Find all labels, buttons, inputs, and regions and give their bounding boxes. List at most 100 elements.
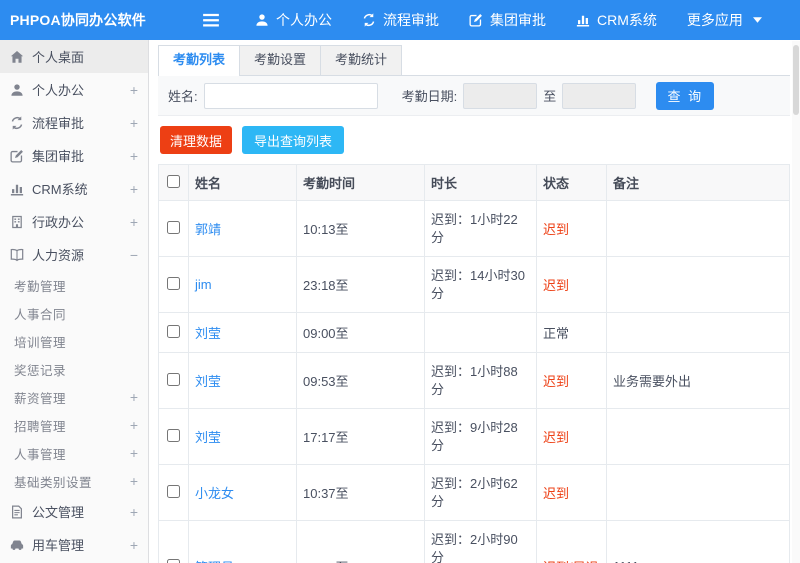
topnav-item-0[interactable]: 个人办公 [240, 0, 347, 40]
topnav-item-label: 个人办公 [276, 12, 332, 28]
table-row: 刘莹 09:00至 正常 [158, 312, 790, 354]
sidebar-item[interactable]: 人事合同 [0, 299, 148, 327]
name-cell: 郭靖 [188, 199, 297, 258]
sidebar-item[interactable]: 培训管理 [0, 327, 148, 355]
edit-icon [10, 149, 32, 163]
note-cell [606, 464, 790, 522]
expand-toggle[interactable]: + [126, 82, 138, 98]
expand-toggle[interactable]: − [126, 247, 138, 263]
status-badge: 迟到 [543, 222, 570, 238]
row-checkbox[interactable] [167, 558, 180, 563]
sidebar-item-label: 集团审批 [32, 149, 85, 164]
row-checkbox[interactable] [167, 324, 180, 338]
expand-toggle[interactable]: + [126, 148, 138, 164]
topnav-item-3[interactable]: CRM系统 [561, 0, 672, 40]
employee-name-link[interactable]: 刘莹 [195, 430, 221, 445]
sidebar-item[interactable]: 集团审批 + [0, 139, 148, 172]
tab-0[interactable]: 考勤列表 [158, 45, 241, 76]
row-checkbox[interactable] [167, 428, 180, 442]
table-row: 郭靖 10:13至 迟到：1小时22分 迟到 [158, 199, 790, 258]
sidebar-item[interactable]: 人力资源 − [0, 238, 148, 271]
sidebar-item-label: 奖惩记录 [14, 363, 67, 378]
expand-toggle[interactable]: + [126, 389, 138, 405]
date-to-input[interactable] [562, 82, 637, 109]
employee-name-link[interactable]: jim [195, 277, 212, 292]
time-cell: 09:53至 [296, 352, 425, 410]
car-icon [10, 538, 32, 552]
sidebar-item[interactable]: 招聘管理 + [0, 411, 148, 439]
topnav-item-2[interactable]: 集团审批 [454, 0, 561, 40]
header-checkbox-cell [158, 164, 189, 201]
scrollbar[interactable] [792, 41, 800, 563]
flow-icon [10, 115, 32, 130]
expand-toggle[interactable]: + [126, 181, 138, 197]
sidebar-item-label: 个人桌面 [32, 50, 85, 65]
duration-cell: 迟到：2小时62分 [424, 464, 537, 522]
row-checkbox[interactable] [167, 220, 180, 234]
expand-toggle[interactable]: + [126, 214, 138, 230]
date-from-input[interactable] [463, 82, 538, 109]
row-checkbox[interactable] [167, 484, 180, 498]
sidebar-item[interactable]: 流程审批 + [0, 106, 148, 139]
sidebar-item[interactable]: 人事管理 + [0, 439, 148, 467]
topnav-item-label: 集团审批 [490, 12, 546, 28]
sidebar-item-label: 培训管理 [14, 335, 67, 350]
time-cell: 10:13至 [296, 199, 425, 258]
sidebar-item[interactable]: 个人办公 + [0, 73, 148, 106]
status-cell: 迟到 [536, 408, 607, 466]
sidebar-item[interactable]: CRM系统 + [0, 172, 148, 205]
row-checkbox-cell [158, 312, 189, 354]
tab-1[interactable]: 考勤设置 [239, 45, 322, 75]
expand-toggle[interactable]: + [126, 504, 138, 520]
action-bar: 清理数据 导出查询列表 [158, 116, 790, 164]
column-header: 考勤时间 [296, 164, 425, 201]
expand-toggle[interactable]: + [126, 115, 138, 131]
expand-toggle[interactable]: + [126, 417, 138, 433]
date-to-label: 至 [543, 89, 557, 104]
export-list-button[interactable]: 导出查询列表 [242, 126, 345, 154]
sidebar-item[interactable]: 公文管理 + [0, 495, 148, 528]
table-row: 小龙女 10:37至 迟到：2小时62分 迟到 [158, 464, 790, 522]
status-cell: 迟到 [536, 352, 607, 410]
status-badge: 迟到 [543, 486, 570, 502]
clean-data-button[interactable]: 清理数据 [160, 126, 233, 154]
menu-icon[interactable] [202, 11, 220, 29]
select-all-checkbox[interactable] [167, 174, 180, 188]
employee-name-link[interactable]: 刘莹 [195, 374, 221, 389]
tab-bar: 考勤列表 考勤设置 考勤统计 [158, 45, 790, 76]
name-filter-input[interactable] [203, 82, 378, 109]
sidebar-item[interactable]: 用车管理 + [0, 528, 148, 561]
search-button[interactable]: 查 询 [656, 81, 715, 110]
expand-toggle[interactable]: + [126, 445, 138, 461]
sidebar-item[interactable]: 个人桌面 [0, 40, 148, 73]
time-cell: 23:18至 [296, 256, 425, 314]
sidebar-item[interactable]: 行政办公 + [0, 205, 148, 238]
tab-2[interactable]: 考勤统计 [320, 45, 403, 75]
home-icon [10, 50, 32, 64]
sidebar-item-label: 人事合同 [14, 307, 67, 322]
row-checkbox-cell [158, 256, 189, 314]
sidebar-item-label: 人事管理 [14, 447, 67, 462]
row-checkbox[interactable] [167, 276, 180, 290]
expand-toggle[interactable]: + [126, 473, 138, 489]
sidebar-item[interactable]: 薪资管理 + [0, 383, 148, 411]
topnav-item-1[interactable]: 流程审批 [347, 0, 454, 40]
sidebar-item[interactable]: 奖惩记录 [0, 355, 148, 383]
note-cell [606, 312, 790, 354]
time-cell: 10:37至 [296, 464, 425, 522]
time-cell: 10:54至10:54 [296, 520, 425, 563]
employee-name-link[interactable]: 刘莹 [195, 326, 221, 341]
sidebar-item[interactable]: 考勤管理 [0, 271, 148, 299]
scrollbar-thumb[interactable] [793, 45, 799, 115]
duration-cell [424, 312, 537, 354]
row-checkbox[interactable] [167, 372, 180, 386]
expand-toggle[interactable]: + [126, 537, 138, 553]
sidebar-item[interactable]: 基础类别设置 + [0, 467, 148, 495]
employee-name-link[interactable]: 郭靖 [195, 222, 221, 237]
time-cell: 09:00至 [296, 312, 425, 354]
main-content: 考勤列表 考勤设置 考勤统计 姓名: 考勤日期: 至 查 询 清理数据 导出查询列表… [150, 40, 800, 563]
topnav-item-4[interactable]: 更多应用 [672, 0, 777, 40]
attendance-table: 姓名 考勤时间 时长 状态 备注 郭靖 10:13至 迟到：1小时22分 迟到 jim 23:18… [158, 164, 790, 563]
user-icon [255, 13, 269, 27]
employee-name-link[interactable]: 小龙女 [195, 486, 234, 501]
